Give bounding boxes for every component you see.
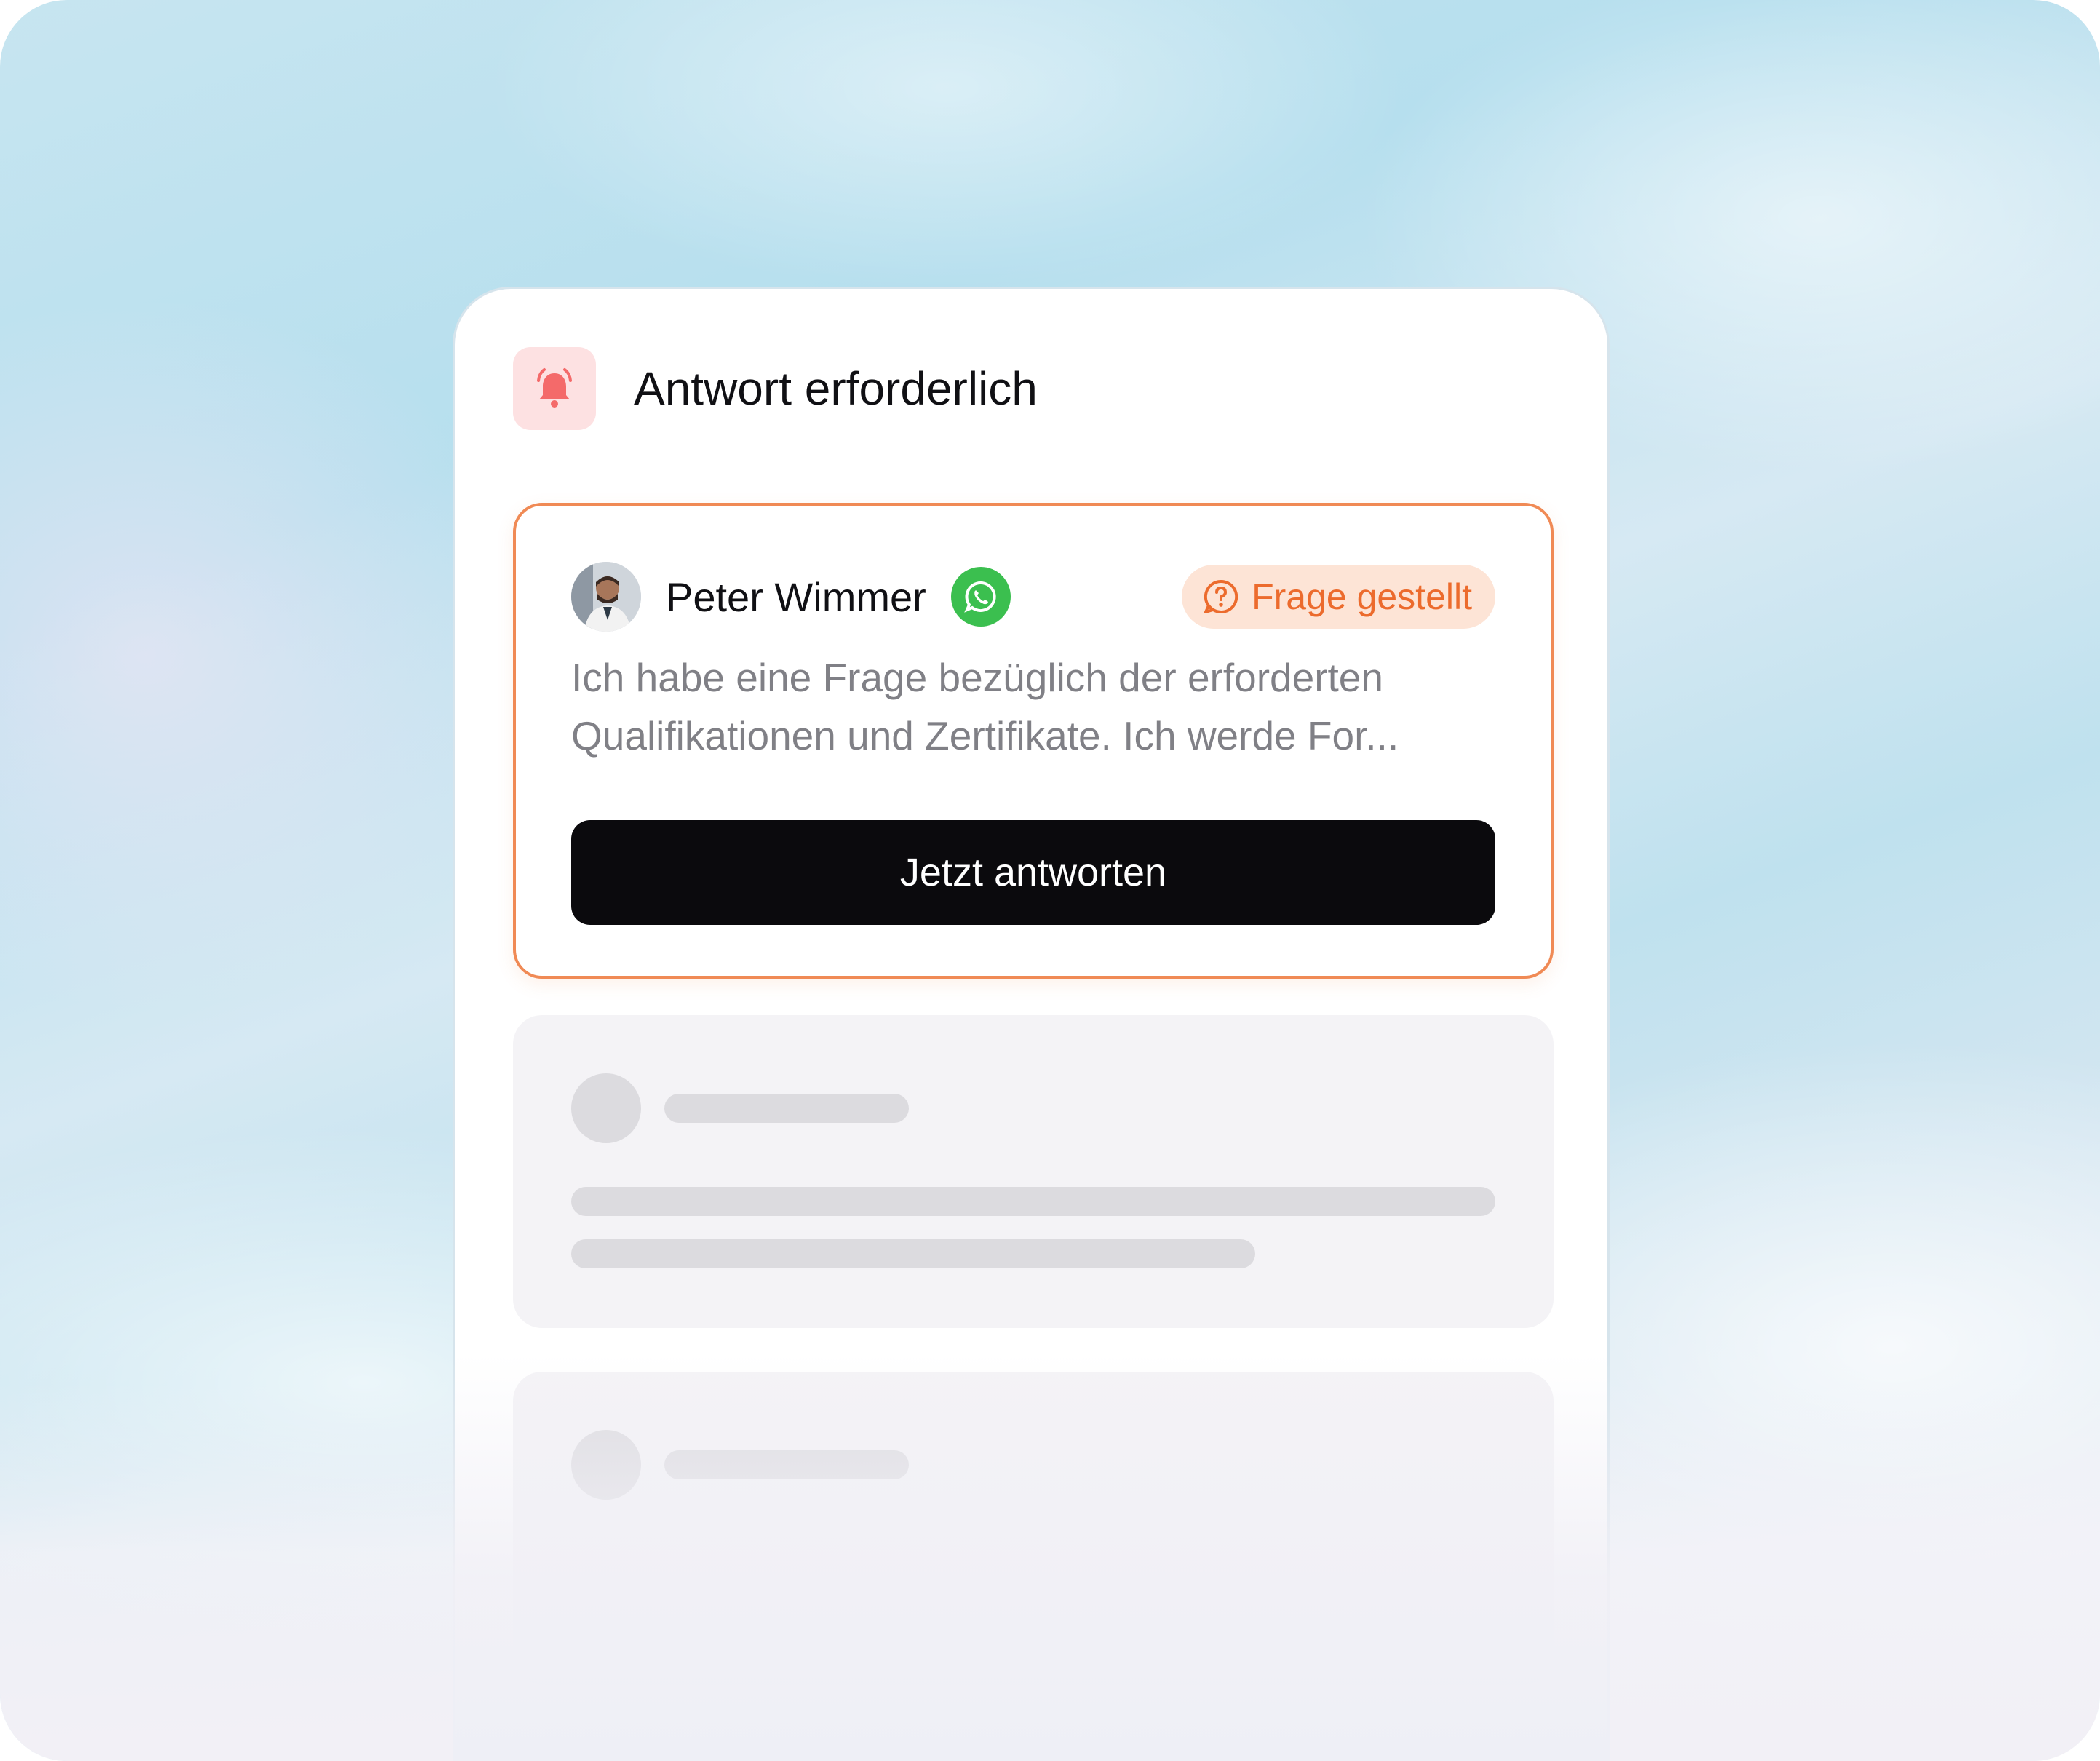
request-card[interactable]: Peter Wimmer Frage gestellt Ich habe ein…: [513, 503, 1554, 979]
placeholder-card: [513, 1015, 1554, 1328]
sender-name: Peter Wimmer: [666, 573, 926, 620]
panel-fade-overlay: [453, 1353, 1610, 1761]
status-label: Frage gestellt: [1252, 576, 1472, 617]
user-avatar: [571, 562, 641, 632]
status-badge: Frage gestellt: [1182, 565, 1495, 629]
question-chat-icon: [1204, 579, 1238, 613]
message-line: Ich habe eine Frage bezüglich der erford…: [571, 655, 1383, 700]
placeholder-line: [571, 1187, 1495, 1216]
panel-title: Antwort erforderlich: [634, 362, 1038, 415]
sky-background: Antwort erforderlich Peter Wimmer Frage …: [0, 0, 2100, 1761]
request-card-header: Peter Wimmer Frage gestellt: [571, 561, 1495, 632]
whatsapp-icon: [950, 567, 1011, 627]
message-line: Qualifikationen und Zertifikate. Ich wer…: [571, 713, 1399, 758]
placeholder-line: [664, 1094, 909, 1123]
message-preview: Ich habe eine Frage bezüglich der erford…: [571, 648, 1510, 765]
panel-header: Antwort erforderlich: [513, 347, 1038, 430]
placeholder-line: [571, 1239, 1255, 1268]
placeholder-avatar: [571, 1073, 641, 1143]
reply-now-button[interactable]: Jetzt antworten: [571, 820, 1495, 925]
bell-ringing-icon: [513, 347, 596, 430]
